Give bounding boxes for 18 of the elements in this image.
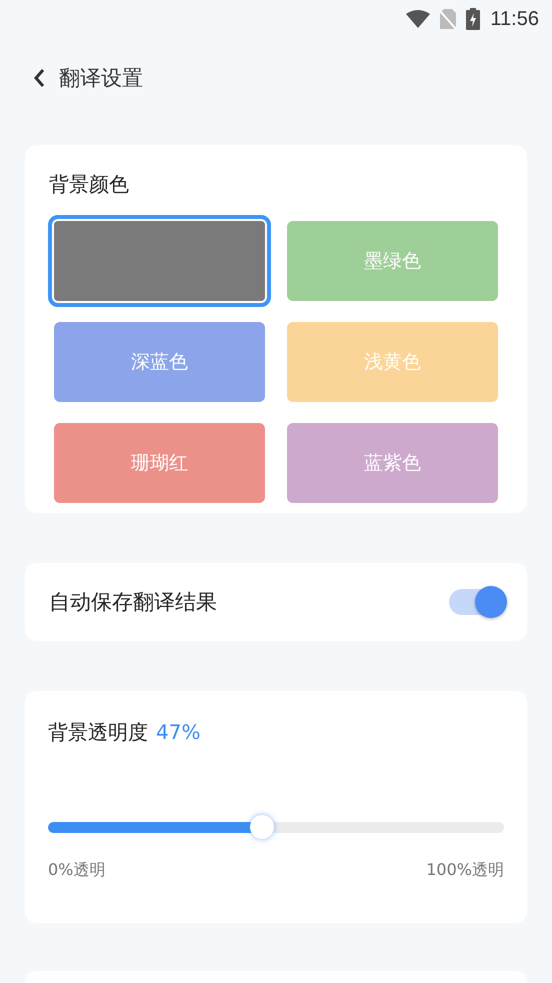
setting-label: 自动保存翻译结果: [49, 589, 217, 616]
wifi-icon: [406, 10, 430, 28]
min-label: 0%透明: [48, 860, 106, 881]
section-title: 背景透明度: [48, 719, 148, 746]
color-swatch[interactable]: 浅黄色: [287, 322, 498, 402]
color-swatch[interactable]: 深蓝色: [54, 322, 265, 402]
back-icon[interactable]: [33, 68, 45, 88]
color-swatch[interactable]: 墨绿色: [287, 221, 498, 301]
section-title: 背景颜色: [49, 172, 129, 196]
page-title: 翻译设置: [59, 65, 143, 92]
battery-icon: [466, 8, 480, 30]
max-label: 100%透明: [426, 860, 504, 881]
color-swatch[interactable]: 蓝紫色: [287, 423, 498, 503]
status-time: 11:56: [490, 8, 539, 30]
color-swatch[interactable]: 珊瑚红: [54, 423, 265, 503]
color-swatch[interactable]: [54, 221, 265, 301]
no-sim-icon: [440, 9, 456, 29]
opacity-value: 47%: [156, 720, 200, 744]
